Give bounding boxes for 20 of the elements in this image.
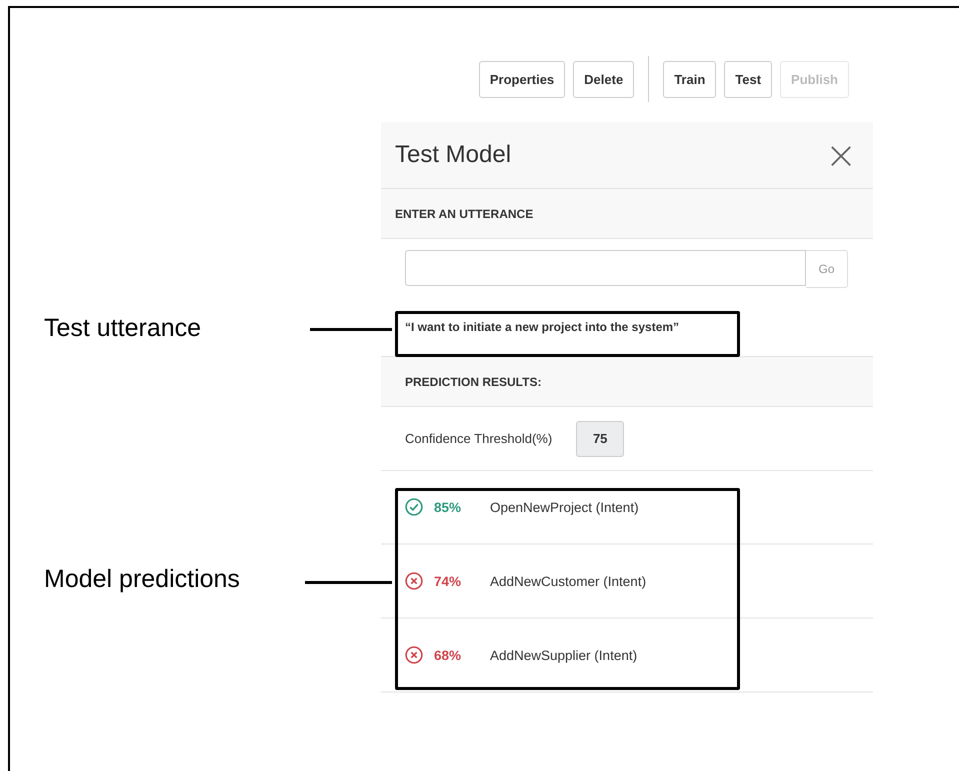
toolbar-button[interactable]: Delete	[573, 60, 634, 98]
section-label: ENTER AN UTTERANCE	[395, 206, 534, 220]
annotation-label: Test utterance	[44, 314, 202, 343]
threshold-field[interactable]: 75	[576, 420, 624, 456]
annotation-label: Model predictions	[44, 565, 240, 594]
intent-name: AddNewSupplier (Intent)	[490, 648, 638, 662]
confidence-percent: 68%	[434, 648, 462, 662]
toolbar-button[interactable]: Properties	[478, 60, 566, 98]
confidence-percent: 85%	[434, 500, 462, 514]
panel-title: Test Model	[395, 141, 512, 169]
close-button[interactable]: ×	[825, 136, 857, 174]
intent-name: OpenNewProject (Intent)	[490, 500, 639, 514]
threshold-label: Confidence Threshold(%)	[405, 431, 552, 446]
toolbar-button[interactable]: Test	[724, 60, 772, 98]
toolbar-button[interactable]: Train	[663, 60, 716, 98]
confidence-percent: 74%	[434, 574, 462, 588]
utterance-text: “I want to initiate a new project into the system”	[405, 320, 680, 334]
intent-name: AddNewCustomer (Intent)	[490, 574, 646, 588]
utterance-input[interactable]	[405, 250, 806, 286]
section-label: PREDICTION RESULTS:	[405, 374, 542, 388]
